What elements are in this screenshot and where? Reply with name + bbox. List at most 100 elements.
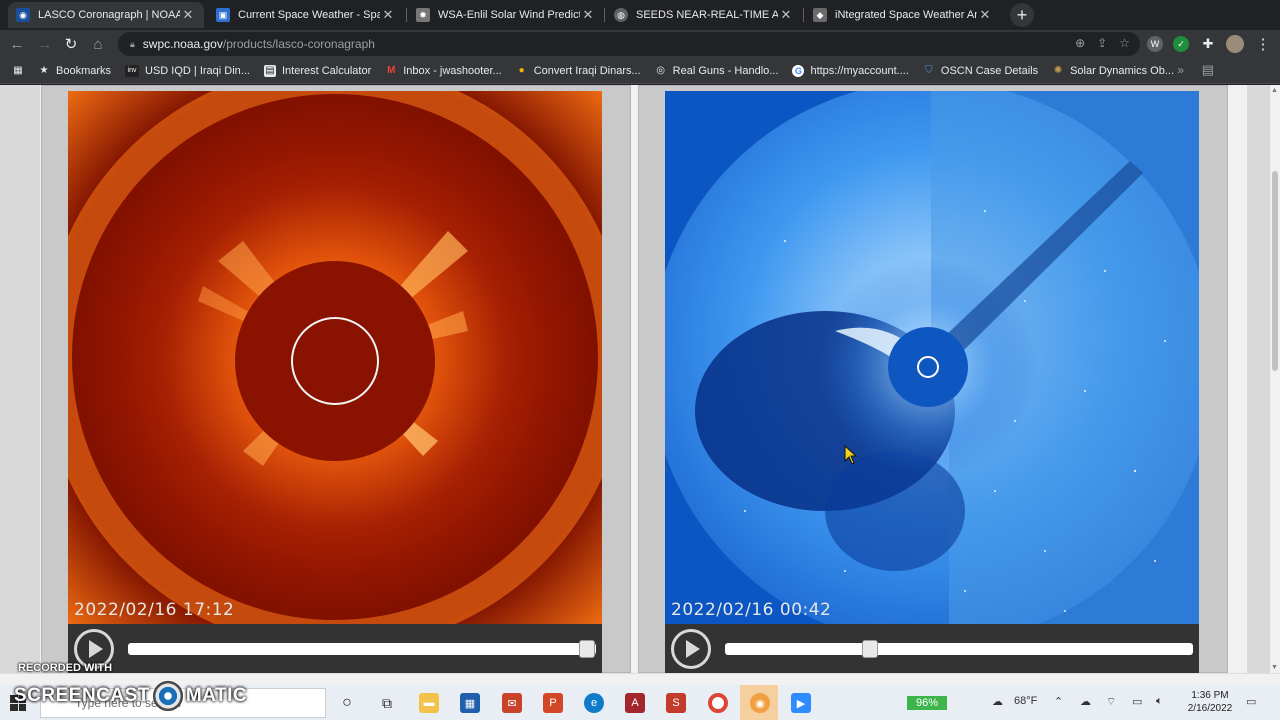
play-icon: [89, 640, 103, 658]
onedrive-icon[interactable]: ☁: [1080, 695, 1091, 708]
tab-divider: [604, 8, 605, 22]
profile-avatar[interactable]: [1226, 35, 1244, 53]
bookmark-real-guns[interactable]: ◎ Real Guns - Handlo...: [655, 65, 778, 77]
tab-strip: ◉ LASCO Coronagraph | NOAA / NWS ✕ ▣ Cur…: [0, 0, 1280, 30]
puzzle-extensions-icon[interactable]: ✚: [1200, 36, 1216, 52]
w-extension-icon[interactable]: W: [1147, 36, 1163, 52]
tab-lasco[interactable]: ◉ LASCO Coronagraph | NOAA / NWS ✕: [8, 2, 204, 28]
weather-temperature[interactable]: 68°F: [1014, 695, 1037, 707]
close-icon[interactable]: ✕: [180, 7, 196, 23]
iswa-icon: ◆: [813, 8, 827, 22]
bookmark-convert-dinars[interactable]: ● Convert Iraqi Dinars...: [516, 65, 641, 77]
forward-arrow-icon[interactable]: →: [34, 33, 56, 55]
c3-coronagraph-panel: 2022/02/16 00:42: [638, 85, 1228, 673]
url-host: swpc.noaa.gov: [142, 37, 223, 51]
scrollbar-thumb[interactable]: [1272, 171, 1278, 371]
new-tab-button[interactable]: +: [1010, 3, 1034, 27]
watermark-recorded-with: RECORDED WITH: [18, 662, 113, 674]
bookmark-inbox[interactable]: M Inbox - jwashooter...: [385, 65, 502, 77]
c2-timeline-slider[interactable]: [128, 640, 596, 658]
play-button[interactable]: [671, 629, 711, 669]
bookmark-usd-iqd[interactable]: inv USD IQD | Iraqi Din...: [125, 64, 250, 77]
page-container: 2022/02/16 17:12 2022/02/16 00:42: [40, 85, 1247, 673]
tab-current-space-weather[interactable]: ▣ Current Space Weather - Space Weather …: [208, 2, 404, 28]
tab-iswa[interactable]: ◆ iNtegrated Space Weather Analysis ✕: [805, 2, 1001, 28]
more-bookmarks-chevron-icon[interactable]: »: [1177, 63, 1184, 77]
lock-icon[interactable]: 🔒︎: [130, 39, 135, 50]
tab-wsa-enlil[interactable]: ✸ WSA-Enlil Solar Wind Prediction ✕: [408, 2, 604, 28]
close-icon[interactable]: ✕: [977, 7, 993, 23]
tab-title: WSA-Enlil Solar Wind Prediction: [438, 9, 580, 21]
omnibox-actions: ⊕ ⇪ ☆: [1075, 36, 1130, 50]
play-icon: [686, 640, 700, 658]
zoom-app-icon[interactable]: ▶: [791, 693, 811, 713]
bookmark-bookmarks[interactable]: ★ Bookmarks: [38, 65, 112, 77]
zoom-icon[interactable]: ⊕: [1075, 36, 1085, 50]
chrome-icon[interactable]: [708, 693, 728, 713]
tab-divider: [803, 8, 804, 22]
c3-timestamp: 2022/02/16 00:42: [671, 600, 832, 620]
close-icon[interactable]: ✕: [778, 7, 794, 23]
scroll-down-icon[interactable]: ▼: [1271, 664, 1278, 671]
tab-title: SEEDS NEAR-REAL-TIME AND BEYOND: [636, 9, 778, 21]
close-icon[interactable]: ✕: [380, 7, 396, 23]
screencast-logo-icon: [152, 681, 183, 711]
tab-seeds[interactable]: ◍ SEEDS NEAR-REAL-TIME AND BEYOND ✕: [606, 2, 802, 28]
check-extension-icon[interactable]: ✓: [1173, 36, 1189, 52]
volume-icon[interactable]: 🔈︎: [1156, 695, 1163, 708]
vertical-scrollbar[interactable]: ▲ ▼: [1270, 85, 1280, 673]
star-bookmark-icon[interactable]: ☆: [1119, 36, 1130, 50]
page-content: 2022/02/16 17:12 2022/02/16 00:42: [0, 85, 1270, 673]
battery-level-indicator[interactable]: 96%: [907, 696, 947, 710]
access-icon[interactable]: A: [625, 693, 645, 713]
bookmark-myaccount[interactable]: Ghttps://myaccount....: [792, 64, 909, 77]
notification-icon[interactable]: ▭: [1246, 695, 1256, 708]
powerpoint-icon[interactable]: P: [543, 693, 563, 713]
screencast-icon[interactable]: ◉: [750, 693, 770, 713]
browser-toolbar: ← → ↻ ⌂ 🔒︎ swpc.noaa.gov/products/lasco-…: [0, 30, 1280, 58]
c2-player-controls: [68, 624, 602, 673]
c2-coronagraph-panel: 2022/02/16 17:12: [41, 85, 631, 673]
kebab-menu-icon[interactable]: ⋮: [1252, 33, 1274, 55]
c3-slider-thumb[interactable]: [862, 640, 879, 658]
mail-icon[interactable]: ✉: [502, 693, 522, 713]
battery-icon[interactable]: ▭: [1132, 695, 1142, 708]
network-icon[interactable]: ⌔: [1106, 695, 1116, 709]
task-view-icon[interactable]: ⧉: [377, 693, 397, 713]
scroll-up-icon[interactable]: ▲: [1271, 87, 1278, 94]
tab-divider: [406, 8, 407, 22]
reading-list-icon[interactable]: ▤: [1202, 62, 1214, 78]
snagit-icon[interactable]: S: [666, 693, 686, 713]
close-icon[interactable]: ✕: [580, 7, 596, 23]
back-arrow-icon[interactable]: ←: [6, 33, 28, 55]
store-icon[interactable]: ▦: [460, 693, 480, 713]
address-bar[interactable]: 🔒︎ swpc.noaa.gov/products/lasco-coronagr…: [118, 32, 1140, 56]
c3-coronagraph-image: 2022/02/16 00:42: [665, 91, 1199, 624]
sdo-icon: ✺: [1053, 65, 1063, 76]
apps-icon[interactable]: ▦: [12, 65, 24, 77]
cortana-icon[interactable]: ○: [337, 693, 357, 713]
gmail-icon: M: [387, 65, 396, 76]
tab-title: iNtegrated Space Weather Analysis: [835, 9, 977, 21]
bookmark-interest-calculator[interactable]: ▤ Interest Calculator: [263, 64, 371, 77]
page-icon: ▣: [216, 8, 230, 22]
c3-timeline-slider[interactable]: [725, 640, 1193, 658]
tray-chevron-icon[interactable]: ⌃: [1054, 695, 1063, 708]
noaa-icon: ◉: [16, 8, 30, 22]
bookmark-sdo[interactable]: ✺ Solar Dynamics Ob...: [1052, 65, 1174, 77]
share-icon[interactable]: ⇪: [1097, 36, 1107, 50]
home-icon[interactable]: ⌂: [87, 33, 109, 55]
weather-icon[interactable]: ☁: [992, 695, 1003, 708]
system-clock[interactable]: 1:36 PM 2/16/2022: [1180, 689, 1240, 715]
file-explorer-icon[interactable]: ▬: [419, 693, 439, 713]
c2-slider-thumb[interactable]: [578, 640, 595, 658]
bookmark-oscn[interactable]: ⛉ OSCN Case Details: [923, 65, 1038, 77]
calculator-icon: ▤: [263, 64, 276, 77]
shield-icon: ⛉: [925, 65, 933, 76]
c3-image-drawing: [665, 91, 1199, 624]
url-path: /products/lasco-coronagraph: [222, 37, 375, 51]
enlil-icon: ✸: [416, 8, 430, 22]
edge-icon[interactable]: e: [584, 693, 604, 713]
globe-icon: ◍: [614, 8, 628, 22]
reload-icon[interactable]: ↻: [60, 33, 82, 55]
